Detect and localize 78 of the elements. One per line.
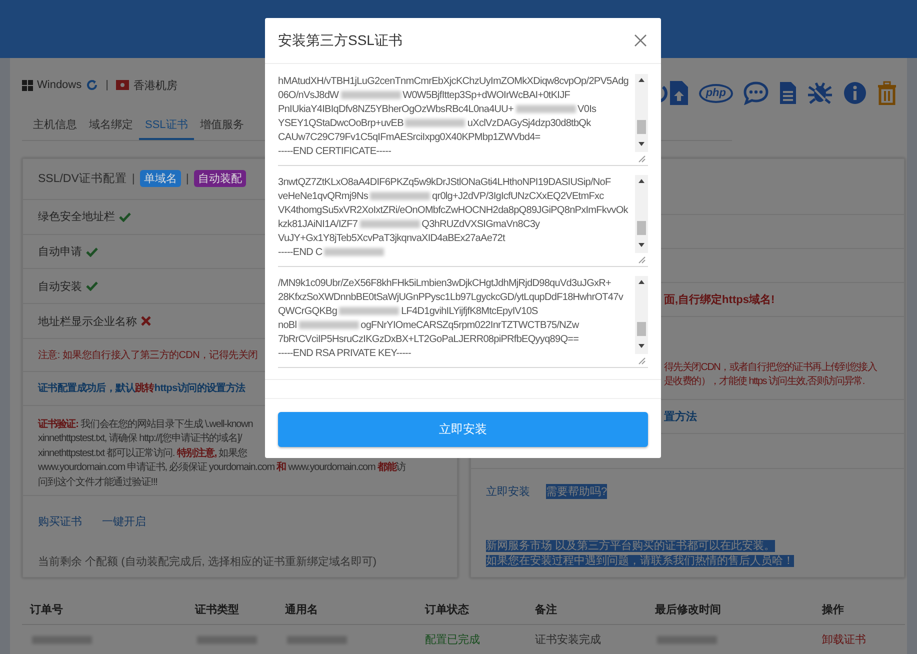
info-icon[interactable] — [843, 81, 867, 105]
cdn-tip: 得先关闭CDN，或者自行把您的证书再上传到您接入 — [664, 361, 876, 375]
card-title: SSL/DV证书配置 — [38, 172, 127, 186]
blurred-text — [339, 307, 400, 316]
chat-icon[interactable] — [743, 81, 769, 105]
verification-text: 问到这个文件才能通过验证!!! — [38, 476, 158, 490]
resize-grip-icon — [637, 255, 646, 264]
tag: 自动装配 — [194, 170, 246, 188]
file-upload-icon[interactable] — [668, 80, 689, 106]
verification-text: www.yourdomain.com 申请证书, 必须保证 yourdomain.com 和 www.yourdomain.com 都能访 — [38, 461, 406, 476]
windows-icon — [22, 80, 33, 90]
scrollbar[interactable] — [635, 74, 648, 152]
link[interactable]: 立即安装 — [486, 484, 530, 499]
column-header: 操作 — [814, 596, 905, 624]
certificate-field[interactable]: /MN9k1c09Ubr/ZeX56F8khFHk5iLmbien3wDjkCHgtJdhMjRjdD98quVd3uJGxR+ 28KfxzSoXWDnnbBE0tSaWjUGnPPysc1Lb97LgyckcGD/ytLqupDdF18HwhrOT47v QWCrGQKBg LF4D1gvihILYijfjfK8MtcEpyIV10S noBl ogFNrYIOmeCARSZq5rpm022InrTZTWCTB75/NZw 7bRrCVciIP5HsruCzIKGzDxBX+LT2GoPaLJERR08piPRfbEQyyq89Q== -----END RSA PRIVATE KEY----- — [278, 274, 648, 368]
verification-text: xinnethttpstest.txt, 请确保 http://[您申请证书的域名]/ — [38, 432, 242, 446]
column-header: 证书类型 — [187, 596, 277, 624]
scrollbar[interactable] — [635, 276, 648, 354]
uninstall-link[interactable]: 卸载证书 — [822, 634, 866, 646]
bug-icon[interactable] — [807, 81, 833, 105]
close-icon[interactable] — [634, 34, 647, 47]
install-button[interactable]: 立即安装 — [278, 412, 648, 447]
column-header: 通用名 — [277, 596, 417, 624]
table-cell: 证书安装完成 — [535, 634, 601, 646]
domain-tip: 面,自行绑定https域名! — [664, 292, 775, 307]
howto-link[interactable]: 证书配置成功后，默认跳转https访问的设置方法 — [38, 381, 246, 396]
region-label: 香港机房 — [133, 78, 178, 92]
tag: 单域名 — [140, 170, 181, 188]
link[interactable]: 购买证书 — [38, 514, 82, 529]
resize-grip-icon — [637, 154, 646, 163]
flag-icon — [116, 80, 130, 90]
separator: | — [106, 79, 108, 91]
tab[interactable]: 增值服务 — [194, 112, 250, 140]
php-icon[interactable]: php — [698, 84, 733, 102]
verification-text: 证书验证: 我们会在您的网站目录下生成 \.well-known — [38, 418, 253, 432]
note-text: 新网服务市场 以及第三方平台购买的证书都可以在此安装。 — [486, 540, 776, 552]
blurred-text — [516, 105, 576, 114]
blurred-text — [287, 636, 347, 644]
column-header: 订单状态 — [417, 596, 527, 624]
dialog-title: 安装第三方SSL证书 — [278, 32, 402, 50]
blurred-text — [298, 321, 359, 330]
tab[interactable]: 域名绑定 — [83, 112, 139, 140]
feature-label: 绿色安全地址栏 — [38, 210, 115, 224]
document-icon[interactable] — [779, 81, 797, 105]
column-header: 订单号 — [22, 596, 187, 624]
tab[interactable]: SSL证书 — [139, 112, 194, 140]
column-header: 备注 — [527, 596, 647, 624]
certificate-field[interactable]: hMAtudXH/vTBH1jLuG2cenTnmCmrEbXjcKChzUyImZOMkXDiqw8cvpOp/2PV5Adg 06O/nVsJ8dW W0W5BjfIttep3Sp+dWOIrWcBAI+0tKIJF PnIUkiaY4IBIqDfv8NZ5YBherOgOzWbsRBc4L0na4UU+ V0Is YSEY1QStaDwcOoBrp+uvEB uXclVzDAGySj4dzp30d8tbQk CAUw7C29C79Fv1C5qIFmAESrciIxpg0X40KPMbp1ZWVbd4= -----END CERTIFICATE----- — [278, 72, 648, 166]
blurred-text — [32, 636, 92, 644]
certificate-field[interactable]: 3nwtQZ7ZtKLxO8aA4DIF6PKZq5w9kDrJStlONaGti4LHthoNPI19DASIUSip/NoF veHeNe1qvQRmj9Ns qr0lg+J2dVP/3IgIcfUNzCXxEQ2VEtmFxc VK4thomgSu5xVR2XoIxtZRi/eOnOMbfcZwHOCNH2da8pQ89JGiPQ8nPxImFkvvOk kzk81JAiNI1A/IZF7 Q3hRUZdVXSIGmaVn8C3y VuJY+Gx1Y8jTeb5XcvPaT3jkqnvaXID4aBEx27aAe72t -----END C — [278, 173, 648, 267]
separator: | — [132, 172, 135, 185]
separator: | — [186, 172, 189, 185]
column-header: 最后修改时间 — [647, 596, 814, 624]
resize-grip-icon — [637, 356, 646, 365]
feature-label: 自动安装 — [38, 280, 82, 294]
cdn-notice: 注意: 如果您自行接入了第三方的CDN，记得先关闭 — [38, 348, 258, 362]
trash-icon[interactable] — [877, 81, 897, 105]
blurred-text — [657, 636, 717, 644]
quota-text: 当前剩余 个配额 (自动装配完成后, 选择相应的证书重新绑定域名即可) — [38, 554, 377, 570]
tab[interactable]: 主机信息 — [27, 112, 83, 140]
link[interactable]: 一键开启 — [102, 514, 146, 529]
cdn-tip: 是收费的），才能使 https 访问生效,否则访问异常. — [664, 375, 864, 389]
howto-link[interactable]: 置方法 — [664, 409, 697, 424]
scrollbar[interactable] — [635, 175, 648, 253]
blurred-text — [340, 91, 401, 100]
verification-text: xinnethttpstest.txt 都可以正常访问. 特别注意, 如果您 — [38, 446, 247, 461]
blurred-text — [324, 248, 384, 256]
os-label: Windows — [37, 79, 82, 91]
feature-label: 地址栏显示企业名称 — [38, 314, 137, 329]
link[interactable]: 需要帮助吗? — [546, 484, 608, 499]
blurred-text — [405, 119, 466, 128]
blurred-text — [360, 220, 420, 228]
feature-label: 自动申请 — [38, 245, 82, 260]
blurred-text — [197, 636, 257, 644]
blurred-text — [370, 192, 430, 200]
status-text: 配置已完成 — [425, 634, 480, 646]
refresh-icon — [86, 79, 98, 91]
note-text: 如果您在安装过程中遇到问题，请联系我们热情的售后人员哈！ — [486, 555, 794, 567]
